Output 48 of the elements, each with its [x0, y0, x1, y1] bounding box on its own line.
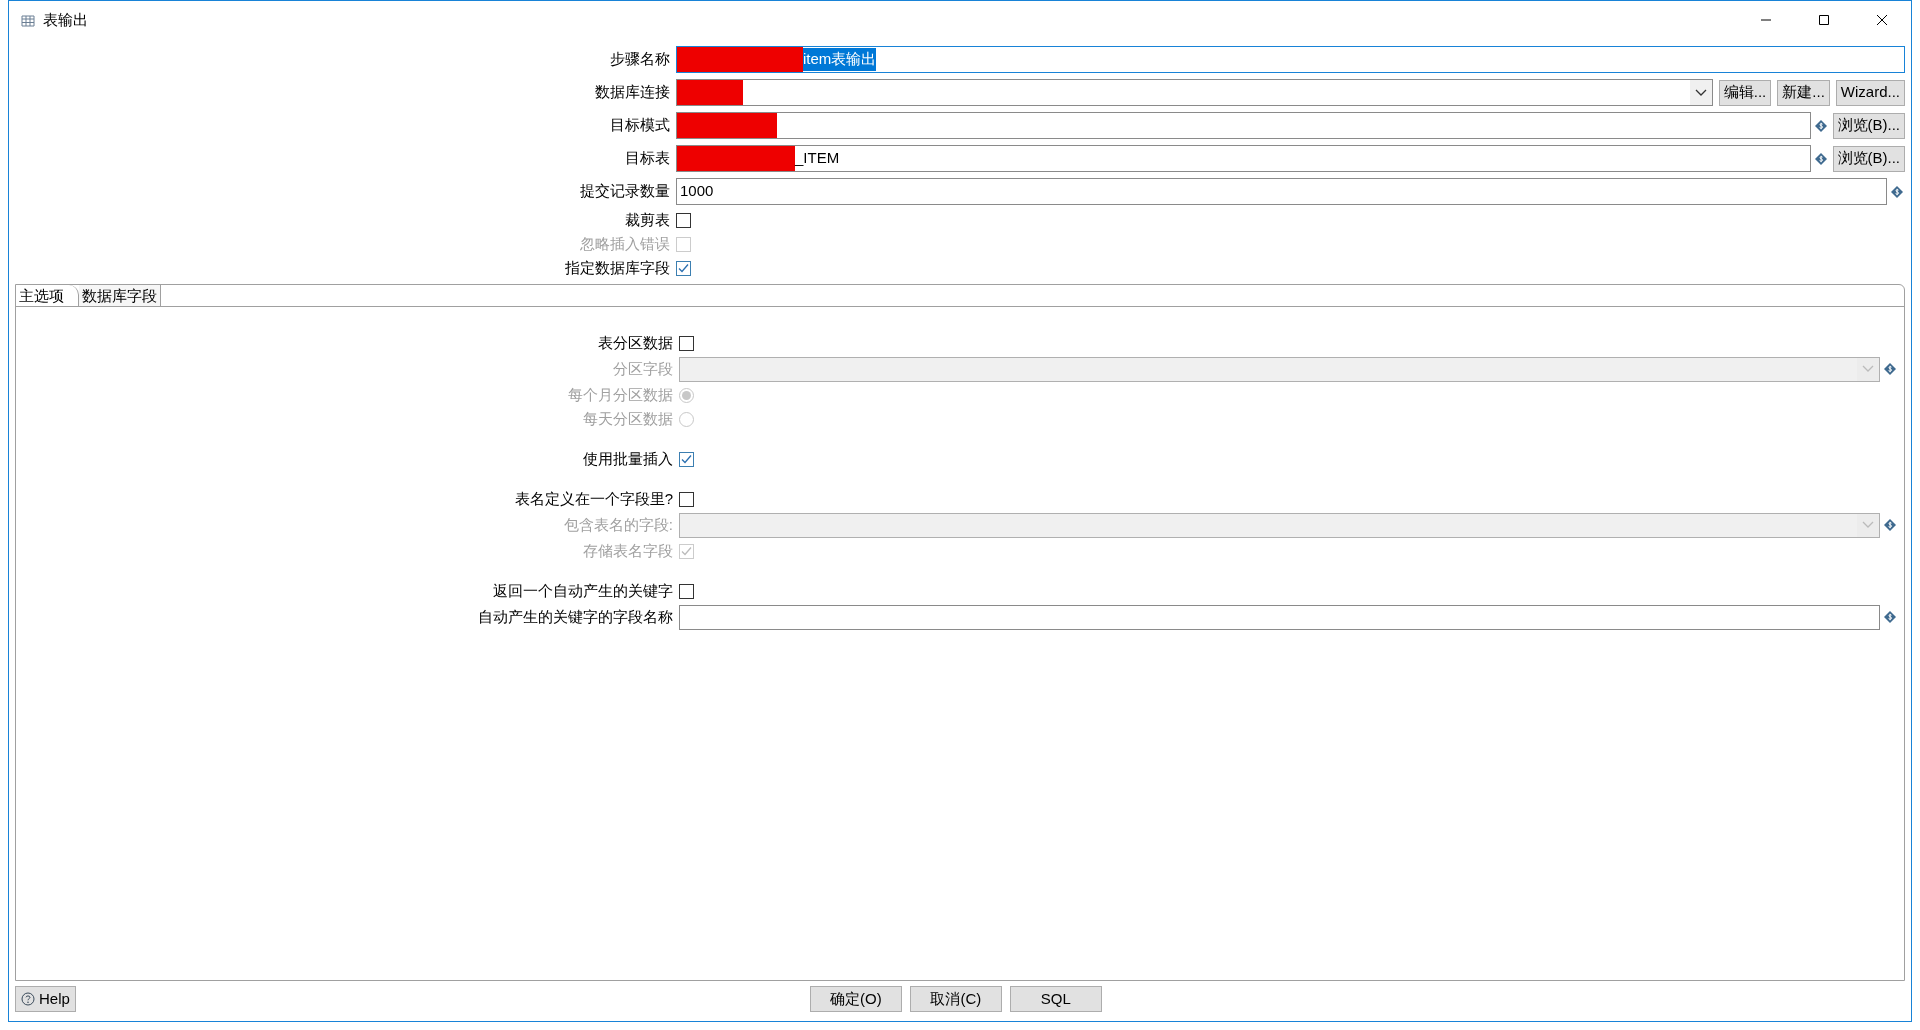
button[interactable]: 新建... — [1777, 79, 1830, 106]
field-label: 目标模式 — [609, 115, 671, 136]
input-field[interactable]: _ITEM — [676, 145, 1811, 172]
table-icon — [21, 13, 35, 27]
help-icon — [21, 992, 35, 1006]
tab[interactable]: 主选项 — [16, 285, 79, 306]
checkbox[interactable] — [679, 491, 694, 507]
field-label: 表分区数据 — [597, 332, 674, 353]
field-label: 提交记录数量 — [579, 181, 671, 202]
field-label: 目标表 — [624, 148, 671, 169]
field-label: 忽略插入错误 — [579, 233, 671, 254]
button[interactable]: 确定(O) — [809, 986, 902, 1012]
field-label: 包含表名的字段: — [562, 514, 674, 535]
button[interactable]: 浏览(B)... — [1832, 112, 1905, 139]
field-label: 返回一个自动产生的关键字 — [492, 580, 674, 601]
button[interactable]: 浏览(B)... — [1832, 145, 1905, 172]
field-label: 步骤名称 — [609, 49, 671, 70]
field-label: 指定数据库字段 — [564, 257, 671, 278]
checkbox[interactable] — [679, 583, 694, 599]
field-label: 自动产生的关键字的字段名称 — [477, 606, 674, 627]
field-label: 使用批量插入 — [582, 448, 674, 469]
dropdown[interactable] — [676, 79, 1713, 106]
input-field[interactable] — [676, 112, 1811, 139]
input-field[interactable]: item表输出 — [676, 46, 1905, 73]
field-label: 数据库连接 — [594, 82, 671, 103]
checkbox[interactable] — [676, 212, 691, 228]
field-label: 每个月分区数据 — [567, 384, 674, 405]
button[interactable]: 取消(C) — [909, 986, 1002, 1012]
window-title: 表输出 — [43, 9, 88, 30]
checkbox[interactable] — [676, 260, 691, 276]
variable-icon[interactable] — [1891, 185, 1903, 198]
checkbox[interactable] — [679, 451, 694, 467]
field-label: 每天分区数据 — [582, 408, 674, 429]
checkbox[interactable] — [679, 335, 694, 351]
field-label: 存储表名字段 — [582, 540, 674, 561]
help-button[interactable]: Help — [15, 986, 76, 1012]
variable-icon[interactable] — [1884, 611, 1896, 623]
variable-icon[interactable] — [1814, 119, 1827, 132]
button[interactable]: Wizard... — [1835, 79, 1905, 106]
field-label: 裁剪表 — [624, 209, 671, 230]
field-label: 分区字段 — [612, 358, 674, 379]
button[interactable]: SQL — [1009, 986, 1102, 1012]
input-field[interactable]: 1000 — [676, 178, 1887, 205]
variable-icon[interactable] — [1814, 152, 1827, 165]
button[interactable]: 编辑... — [1718, 79, 1772, 106]
field-label: 表名定义在一个字段里? — [513, 488, 674, 509]
input-field[interactable] — [679, 604, 1880, 630]
tab[interactable]: 数据库字段 — [79, 285, 161, 306]
